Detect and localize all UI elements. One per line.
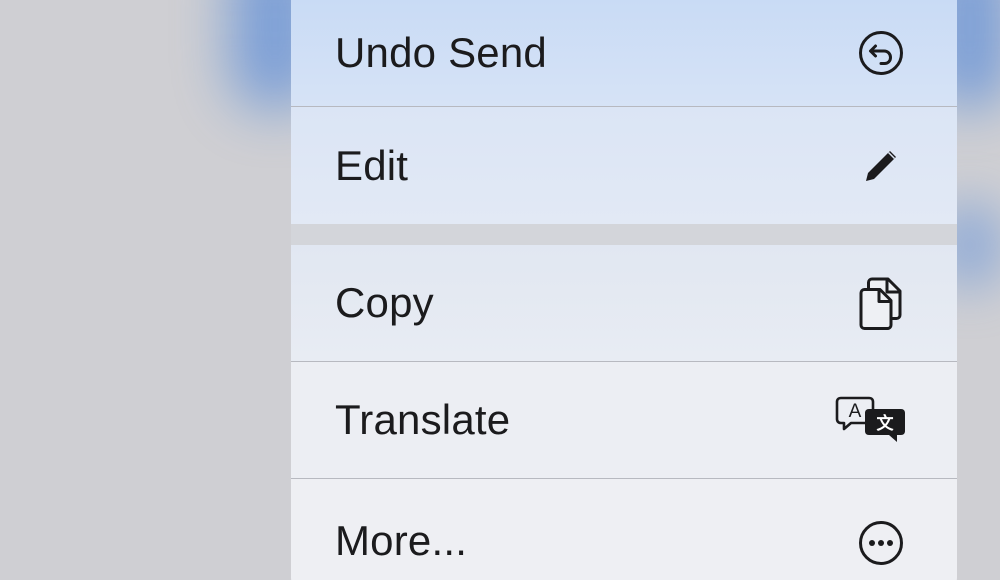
menu-item-label: More... — [335, 517, 468, 564]
menu-group-primary: Undo Send Edit — [291, 0, 957, 224]
menu-item-label: Translate — [335, 396, 511, 443]
menu-item-label: Undo Send — [335, 29, 547, 76]
message-context-menu: Undo Send Edit Copy Translate A 文 More..… — [291, 0, 957, 580]
translate-bubbles-icon: A 文 — [835, 394, 907, 446]
translate-icon-latin-glyph: A — [849, 401, 862, 422]
menu-item-translate[interactable]: Translate A 文 — [291, 362, 957, 479]
menu-group-separator — [291, 224, 957, 245]
ellipsis-circle-icon — [855, 517, 907, 569]
menu-item-edit[interactable]: Edit — [291, 107, 957, 224]
menu-group-secondary: Copy Translate A 文 More... — [291, 245, 957, 580]
undo-arrow-circle-icon — [855, 27, 907, 79]
menu-item-more[interactable]: More... — [291, 479, 957, 580]
menu-item-label: Copy — [335, 279, 434, 326]
copy-documents-icon — [855, 277, 907, 330]
menu-item-undo-send[interactable]: Undo Send — [291, 0, 957, 107]
translate-icon-other-glyph: 文 — [877, 413, 895, 434]
menu-item-label: Edit — [335, 141, 409, 189]
menu-item-copy[interactable]: Copy — [291, 245, 957, 362]
pencil-icon — [855, 140, 907, 192]
